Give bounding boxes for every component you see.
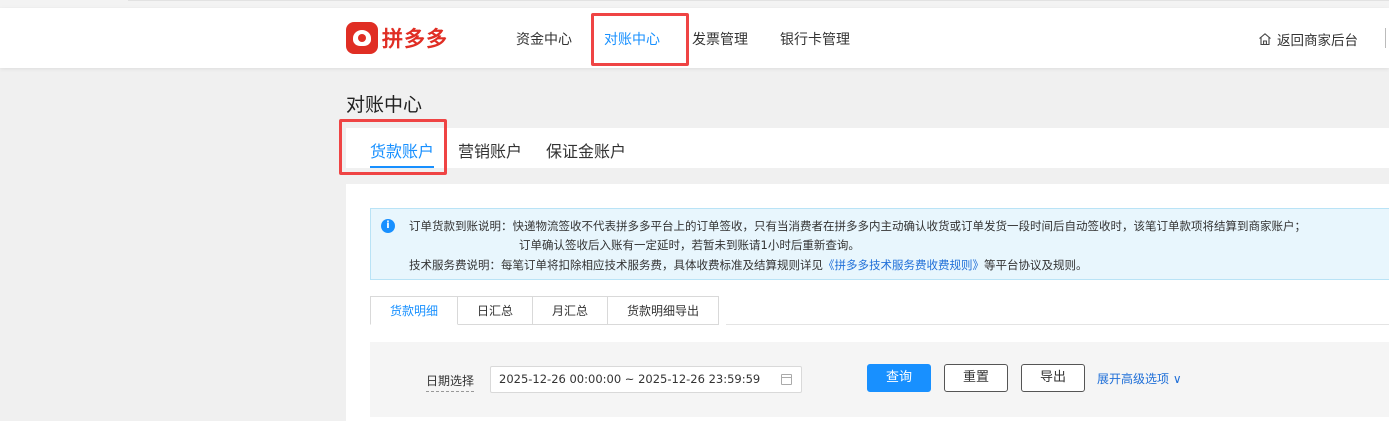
header: 拼多多 资金中心 对账中心 发票管理 银行卡管理 返回商家后台 xyxy=(0,8,1389,68)
tabs-baseline xyxy=(726,324,1389,325)
notice-line-3-suffix: 等平台协议及规则。 xyxy=(984,258,1088,272)
info-icon: i xyxy=(381,219,395,233)
notice-box: i 订单货款到账说明：快递物流签收不代表拼多多平台上的订单签收，只有当消费者在拼… xyxy=(370,208,1389,280)
home-icon xyxy=(1258,32,1272,46)
page-title: 对账中心 xyxy=(346,94,423,116)
highlight-box-nav xyxy=(591,13,689,66)
top-strip xyxy=(0,0,1389,8)
pinduoduo-logo[interactable]: 拼多多 xyxy=(346,22,448,54)
nav-funds-center[interactable]: 资金中心 xyxy=(516,29,572,49)
date-label: 日期选择 xyxy=(426,372,475,392)
tab-monthly-summary[interactable]: 月汇总 xyxy=(533,296,609,325)
top-divider xyxy=(128,0,1389,1)
back-to-merchant-button[interactable]: 返回商家后台 xyxy=(1258,29,1358,49)
notice-line-3-prefix: 技术服务费说明：每笔订单将扣除相应技术服务费，具体收费标准及结算规则详见 xyxy=(409,258,823,272)
logo-text: 拼多多 xyxy=(382,27,448,51)
calendar-icon[interactable] xyxy=(781,374,792,385)
account-tabs: 货款账户 营销账户 保证金账户 xyxy=(346,128,1389,168)
nav-bank-card-management[interactable]: 银行卡管理 xyxy=(780,29,850,49)
logo-icon xyxy=(346,22,378,54)
reset-button[interactable]: 重置 xyxy=(944,364,1008,392)
detail-tabs: 货款明细 日汇总 月汇总 货款明细导出 xyxy=(370,296,720,325)
date-range-input[interactable]: 2025-12-26 00:00:00 ~ 2025-12-26 23:59:5… xyxy=(490,366,802,393)
highlight-box-tab xyxy=(339,119,447,175)
export-button[interactable]: 导出 xyxy=(1021,364,1085,392)
tab-daily-summary[interactable]: 日汇总 xyxy=(458,296,534,325)
main-card: i 订单货款到账说明：快递物流签收不代表拼多多平台上的订单签收，只有当消费者在拼… xyxy=(346,184,1389,421)
tab-deposit-account[interactable]: 保证金账户 xyxy=(546,138,626,162)
tab-payment-detail[interactable]: 货款明细 xyxy=(370,296,459,325)
notice-line-2: 订单确认签收后入账有一定延时，若暂未到账请1小时后重新查询。 xyxy=(519,238,860,252)
query-button[interactable]: 查询 xyxy=(867,364,931,392)
filter-panel: 日期选择 2025-12-26 00:00:00 ~ 2025-12-26 23… xyxy=(370,342,1389,417)
service-fee-rules-link[interactable]: 《拼多多技术服务费收费规则》 xyxy=(823,258,984,272)
tab-detail-export[interactable]: 货款明细导出 xyxy=(608,296,720,325)
notice-line-1: 订单货款到账说明：快递物流签收不代表拼多多平台上的订单签收，只有当消费者在拼多多… xyxy=(409,219,1306,233)
date-range-value: 2025-12-26 00:00:00 ~ 2025-12-26 23:59:5… xyxy=(499,372,761,386)
expand-advanced-options[interactable]: 展开高级选项 ∨ xyxy=(1097,370,1182,387)
back-label: 返回商家后台 xyxy=(1277,33,1358,49)
notice-line-3: 技术服务费说明：每笔订单将扣除相应技术服务费，具体收费标准及结算规则详见《拼多多… xyxy=(409,257,1088,273)
nav-invoice-management[interactable]: 发票管理 xyxy=(692,29,748,49)
tab-marketing-account[interactable]: 营销账户 xyxy=(458,138,522,162)
header-divider xyxy=(1385,28,1386,48)
